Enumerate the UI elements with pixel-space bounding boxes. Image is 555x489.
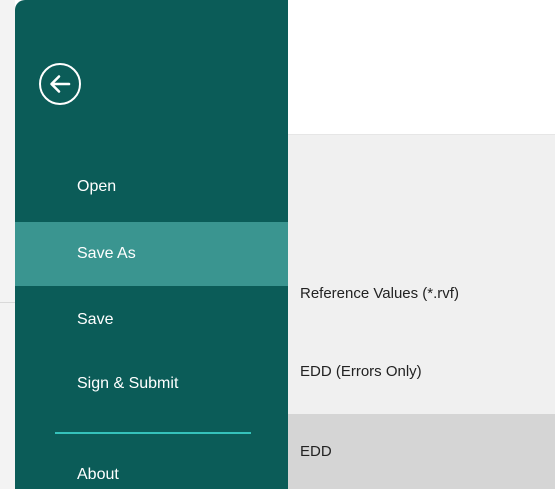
menu-item-label: Sign & Submit — [77, 375, 179, 392]
options-area-edge — [288, 134, 555, 135]
menu-item-label: Save — [77, 311, 114, 328]
save-as-backstage-view: Reference Values (*.rvf) EDD (Errors Onl… — [0, 0, 555, 489]
backstage-menu-panel: Open Save As Save Sign & Submit About — [15, 0, 288, 489]
back-button[interactable] — [39, 63, 81, 105]
menu-divider — [55, 432, 251, 434]
menu-item-open[interactable]: Open — [15, 155, 288, 219]
menu-item-label: Open — [77, 178, 117, 195]
outer-strip-divider — [0, 302, 15, 303]
arrow-left-circle-icon — [50, 75, 71, 93]
menu-item-save[interactable]: Save — [15, 288, 288, 352]
menu-item-save-as[interactable]: Save As — [15, 222, 288, 286]
option-reference-values[interactable]: Reference Values (*.rvf) — [300, 285, 459, 302]
option-edd-errors-only[interactable]: EDD (Errors Only) — [300, 363, 422, 380]
menu-item-sign-and-submit[interactable]: Sign & Submit — [15, 352, 288, 416]
outer-window-strip — [0, 0, 15, 489]
menu-item-label: About — [77, 466, 119, 483]
menu-item-about[interactable]: About — [15, 443, 288, 489]
content-header-area — [288, 0, 555, 134]
option-edd[interactable]: EDD — [300, 443, 332, 460]
menu-item-label: Save As — [77, 245, 136, 262]
